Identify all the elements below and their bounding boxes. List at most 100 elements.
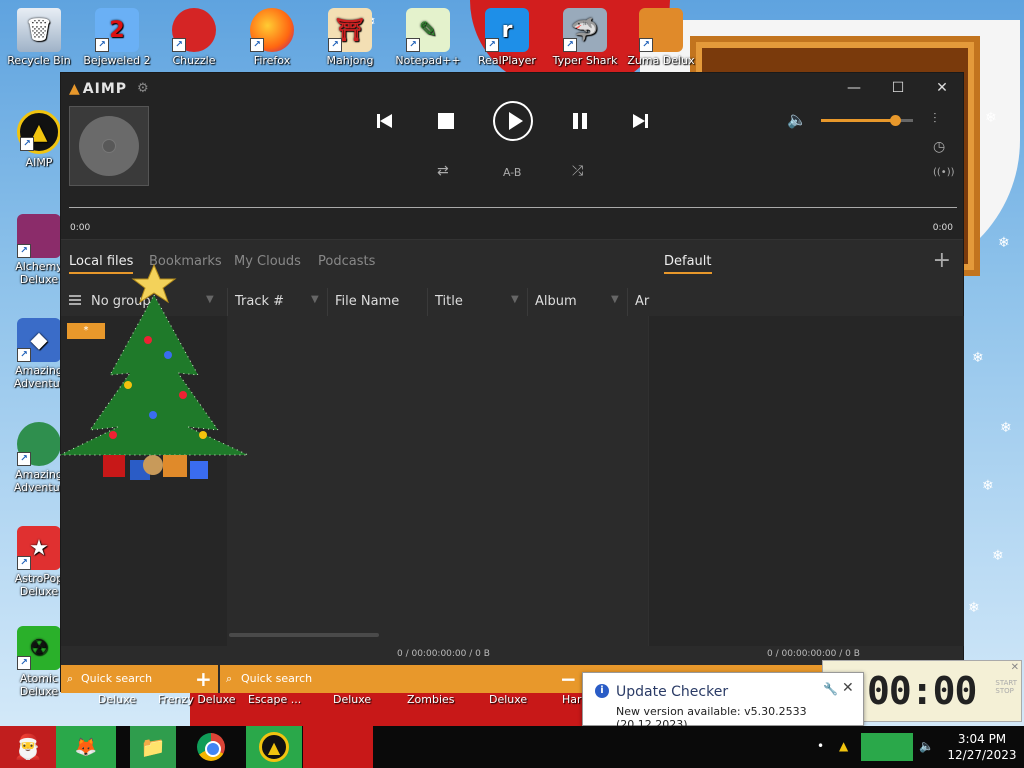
shuffle-icon[interactable]: ⤮: [572, 163, 583, 179]
filter-icon[interactable]: ▼: [311, 294, 319, 305]
taskbar: 🎅 🦊 📁 ▲ • ▲ 🔈 3:04 PM 12/27/2023: [0, 726, 1024, 768]
add-playlist-icon[interactable]: +: [933, 248, 951, 273]
desktop-icon-bejeweled[interactable]: 2 ↗ Bejeweled 2: [78, 8, 156, 67]
desktop-icon-typer-shark[interactable]: 🦈 ↗ Typer Shark: [546, 8, 624, 67]
volume-icon[interactable]: 🔈: [787, 110, 807, 129]
taskbar-app[interactable]: [303, 726, 373, 768]
time-total: 0:00: [932, 223, 953, 233]
stop-icon[interactable]: [438, 113, 454, 129]
column-separator: [327, 288, 328, 316]
desktop-icon-realplayer[interactable]: r ↗ RealPlayer: [468, 8, 546, 67]
filter-icon[interactable]: ▼: [611, 294, 619, 305]
close-icon[interactable]: ✕: [842, 680, 854, 696]
amazing-adventures-icon: ◆ ↗: [17, 318, 61, 362]
tab-playlist-default[interactable]: Default: [664, 254, 712, 274]
quick-search-left[interactable]: Quick search: [81, 672, 152, 685]
column-separator: [527, 288, 528, 316]
clock-icon[interactable]: ◷: [933, 139, 945, 155]
desktop-icon-chuzzle[interactable]: ↗ Chuzzle: [155, 8, 233, 67]
aimp-icon: ▲: [259, 732, 289, 762]
zuma-icon: ↗: [639, 8, 683, 52]
mahjong-icon: ⛩ ↗: [328, 8, 372, 52]
snowflake-icon: ❄: [1000, 420, 1012, 436]
desktop-icon-label: Chuzzle: [172, 54, 216, 67]
close-icon[interactable]: ✕: [1011, 662, 1019, 673]
tray-icon-group[interactable]: [861, 733, 913, 761]
taskbar-chrome[interactable]: [186, 726, 236, 768]
column-artist[interactable]: Ar: [635, 294, 649, 309]
aimp-logo: ▲ AIMP: [69, 81, 127, 97]
bejeweled-icon: 2 ↗: [95, 8, 139, 52]
equalizer-icon[interactable]: ⫶: [933, 111, 937, 127]
volume-slider[interactable]: [821, 115, 913, 126]
desktop-icon-label[interactable]: Deluxe: [489, 693, 527, 706]
desktop-icon-label: Bejeweled 2: [83, 54, 151, 67]
volume-icon[interactable]: 🔈: [919, 739, 935, 755]
start-button[interactable]: 🎅: [0, 726, 56, 768]
desktop-icon-zuma[interactable]: ↗ Zuma Delux: [622, 8, 700, 67]
ab-repeat-button[interactable]: A-B: [503, 166, 521, 179]
desktop-icon-label: Notepad++: [395, 54, 461, 67]
firefox-icon: 🦊: [74, 736, 98, 758]
desktop-icon-label: Zuma Delux: [627, 54, 695, 67]
folder-icon: 📁: [140, 735, 166, 759]
desktop-icon-label[interactable]: Escape ...: [248, 693, 301, 706]
time-elapsed: 0:00: [70, 223, 91, 233]
tab-podcasts[interactable]: Podcasts: [318, 254, 375, 269]
column-title[interactable]: Title: [435, 294, 463, 309]
firefox-icon: ↗: [250, 8, 294, 52]
desktop-icon-label[interactable]: Deluxe: [333, 693, 371, 706]
desktop-icon-mahjong[interactable]: ⛩ ↗ Mahjong: [311, 8, 389, 67]
taskbar-aimp[interactable]: ▲: [246, 726, 302, 768]
aimp-tray-icon[interactable]: ▲: [839, 739, 855, 755]
volume-knob[interactable]: [889, 115, 901, 126]
filter-icon[interactable]: ▼: [511, 294, 519, 305]
repeat-icon[interactable]: ⇄: [437, 163, 449, 179]
snowflake-icon: ❄: [998, 235, 1010, 251]
column-file-name[interactable]: File Name: [335, 294, 399, 309]
album-cover: [69, 106, 149, 186]
horizontal-scrollbar[interactable]: [229, 633, 379, 637]
taskbar-clock[interactable]: 3:04 PM 12/27/2023: [945, 731, 1019, 763]
aimp-logo-text: AIMP: [82, 81, 128, 97]
next-icon[interactable]: [632, 113, 648, 129]
update-notification[interactable]: i Update Checker New version available: …: [582, 672, 864, 731]
santa-start-icon: 🎅: [13, 733, 43, 761]
seek-bar[interactable]: [69, 207, 957, 208]
desktop-icon-recycle-bin[interactable]: 🗑 Recycle Bin: [0, 8, 78, 67]
desktop-icon-firefox[interactable]: ↗ Firefox: [233, 8, 311, 67]
remove-files-icon[interactable]: −: [560, 667, 577, 691]
desktop-icon-label[interactable]: Frenzy Deluxe: [158, 693, 236, 706]
taskbar-file-explorer[interactable]: 📁: [130, 726, 176, 768]
maximize-button[interactable]: ☐: [884, 77, 912, 99]
recycle-bin-icon: 🗑: [17, 8, 61, 52]
minimize-button[interactable]: —: [840, 77, 868, 99]
radio-icon[interactable]: ((•)): [933, 167, 955, 178]
desktop-icon-label: Mahjong: [326, 54, 374, 67]
typer-shark-icon: 🦈 ↗: [563, 8, 607, 52]
close-button[interactable]: ✕: [928, 77, 956, 99]
taskbar-quicklaunch-group[interactable]: 🦊: [56, 726, 116, 768]
desktop-icon-notepadpp[interactable]: ✎ ↗ Notepad++: [389, 8, 467, 67]
desktop-icon-label[interactable]: Har: [562, 693, 582, 706]
system-tray: • ▲ 🔈: [814, 726, 938, 768]
desktop-icon-label: Recycle Bin: [7, 54, 71, 67]
add-files-icon[interactable]: +: [195, 667, 212, 691]
snowflake-icon: ❄: [972, 350, 984, 366]
pause-icon[interactable]: [572, 113, 588, 129]
column-album[interactable]: Album: [535, 294, 577, 309]
gear-icon[interactable]: ⚙: [137, 81, 149, 96]
playlist-stats: 0 / 00:00:00:00 / 0 B: [767, 649, 860, 659]
search-icon: ⌕: [67, 672, 74, 685]
christmas-tree-decoration: [59, 263, 249, 480]
alchemy-icon: ↗: [17, 214, 61, 258]
wrench-icon[interactable]: 🔧: [823, 682, 838, 696]
play-icon[interactable]: [493, 101, 533, 141]
desktop-icon-label[interactable]: Zombies: [407, 693, 455, 706]
aimp-logo-icon: ▲: [69, 81, 81, 97]
column-separator: [627, 288, 628, 316]
tray-dot-icon[interactable]: •: [817, 739, 833, 755]
desktop-icon-label[interactable]: Deluxe: [98, 693, 136, 706]
previous-icon[interactable]: [377, 113, 393, 129]
quick-search-right[interactable]: Quick search: [241, 672, 312, 685]
